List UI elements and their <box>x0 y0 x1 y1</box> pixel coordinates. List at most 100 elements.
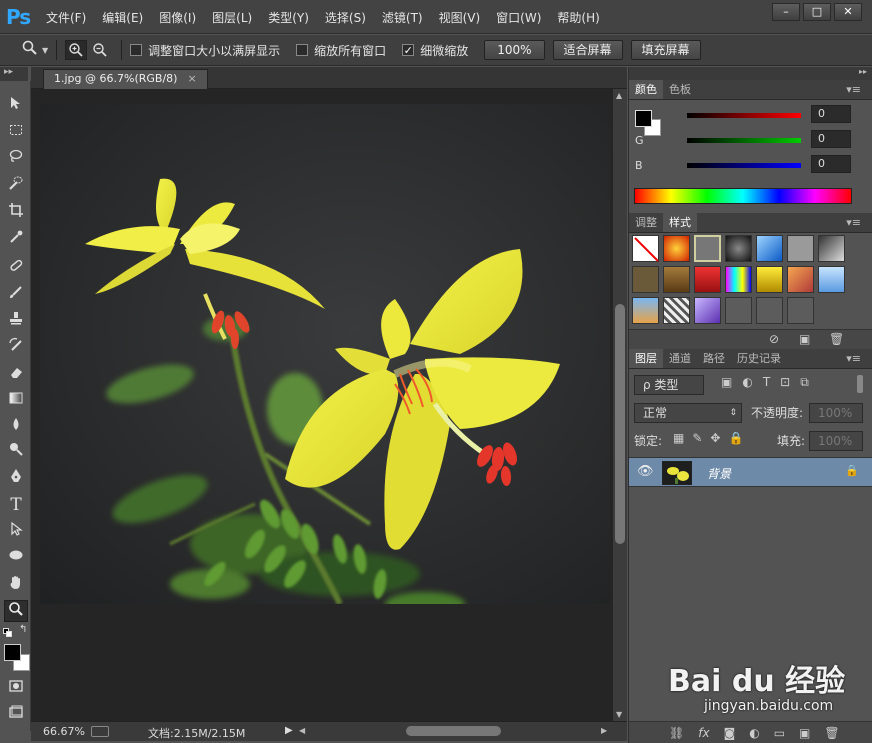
move-tool-icon[interactable] <box>4 95 28 117</box>
add-mask-icon[interactable]: ◙ <box>724 726 736 740</box>
menu-help[interactable]: 帮助(H) <box>557 9 599 26</box>
new-group-icon[interactable]: ▭ <box>774 726 785 740</box>
layer-filter-dropdown[interactable]: ρ 类型 <box>634 375 704 395</box>
document-tab[interactable]: 1.jpg @ 66.7%(RGB/8) × <box>43 69 208 89</box>
lasso-tool-icon[interactable] <box>4 148 28 170</box>
style-swatch[interactable] <box>663 235 690 262</box>
zoom-level[interactable]: 66.67% <box>43 725 85 738</box>
zoom-tool-preset-icon[interactable] <box>22 40 38 60</box>
style-swatch[interactable] <box>725 235 752 262</box>
red-slider[interactable] <box>687 112 801 118</box>
style-swatch[interactable] <box>787 297 814 324</box>
style-swatch[interactable] <box>756 266 783 293</box>
gradient-tool-icon[interactable] <box>4 390 28 412</box>
tab-paths[interactable]: 路径 <box>697 349 731 368</box>
close-tab-icon[interactable]: × <box>187 72 196 85</box>
tab-color[interactable]: 颜色 <box>629 80 663 99</box>
menu-image[interactable]: 图像(I) <box>159 9 196 26</box>
link-layers-icon[interactable]: ⛓ <box>669 726 684 740</box>
brush-tool-icon[interactable] <box>4 284 28 306</box>
resize-windows-checkbox[interactable]: 调整窗口大小以满屏显示 <box>130 42 280 59</box>
style-swatch[interactable] <box>663 266 690 293</box>
zoom-all-windows-checkbox[interactable]: 缩放所有窗口 <box>296 42 386 59</box>
swap-colors-icon[interactable]: ↰ <box>19 624 27 635</box>
quick-selection-tool-icon[interactable] <box>4 175 28 197</box>
status-options-icon[interactable] <box>91 726 109 737</box>
red-value-input[interactable]: 0 <box>811 105 851 123</box>
double-arrow-icon[interactable]: ▸▸ <box>4 67 13 77</box>
maximize-button[interactable]: □ <box>803 3 831 21</box>
blur-tool-icon[interactable] <box>4 416 28 438</box>
filter-pixel-icon[interactable]: ▣ <box>721 375 732 390</box>
menu-view[interactable]: 视图(V) <box>439 9 481 26</box>
lock-transparent-icon[interactable]: ▦ <box>673 431 684 445</box>
scroll-up-arrow-icon[interactable]: ▲ <box>616 91 622 100</box>
menu-layer[interactable]: 图层(L) <box>212 9 252 26</box>
canvas-area[interactable] <box>31 89 613 721</box>
style-swatch[interactable] <box>725 297 752 324</box>
filter-adjustment-icon[interactable]: ◐ <box>742 375 752 390</box>
blue-value-input[interactable]: 0 <box>811 155 851 173</box>
tab-styles[interactable]: 样式 <box>663 213 697 232</box>
checkbox-box[interactable] <box>296 44 309 56</box>
toolbar-collapse-strip[interactable]: ▸▸ <box>0 67 28 81</box>
checkmark-icon[interactable]: ✓ <box>402 44 415 56</box>
filter-type-icon[interactable]: T <box>763 375 770 390</box>
delete-style-icon[interactable]: 🗑 <box>829 332 844 346</box>
vertical-scroll-thumb[interactable] <box>615 304 625 544</box>
lock-image-icon[interactable]: ✎ <box>692 431 702 445</box>
tab-layers[interactable]: 图层 <box>629 349 663 368</box>
healing-brush-tool-icon[interactable] <box>4 257 28 279</box>
actual-pixels-button[interactable]: 100% <box>484 40 545 60</box>
style-swatch[interactable] <box>756 235 783 262</box>
panel-menu-icon[interactable]: ▾≡ <box>840 213 867 233</box>
new-layer-icon[interactable]: ▣ <box>799 726 810 740</box>
lock-all-icon[interactable]: 🔒 <box>728 431 743 445</box>
panel-menu-icon[interactable]: ▾≡ <box>840 80 867 100</box>
quick-mask-icon[interactable] <box>4 678 28 700</box>
collapse-dock-icon[interactable]: ▸▸ <box>859 67 867 76</box>
style-swatch[interactable] <box>818 235 845 262</box>
tab-channels[interactable]: 通道 <box>663 349 697 368</box>
pen-tool-icon[interactable] <box>4 468 28 490</box>
menu-edit[interactable]: 编辑(E) <box>102 9 143 26</box>
zoom-tool-icon[interactable] <box>4 600 28 622</box>
status-menu-arrow-icon[interactable]: ▶ <box>285 725 293 736</box>
style-swatch[interactable] <box>632 266 659 293</box>
style-swatch[interactable] <box>756 297 783 324</box>
image-canvas[interactable] <box>40 104 610 604</box>
delete-layer-icon[interactable]: 🗑 <box>824 726 839 740</box>
opacity-input[interactable]: 100% <box>809 403 863 423</box>
blue-slider[interactable] <box>687 162 801 168</box>
fill-screen-button[interactable]: 填充屏幕 <box>630 40 701 60</box>
clear-style-icon[interactable]: ⊘ <box>769 332 779 346</box>
zoom-in-icon[interactable] <box>65 40 88 60</box>
style-swatch[interactable] <box>818 266 845 293</box>
eyedropper-tool-icon[interactable] <box>4 229 28 251</box>
tab-history[interactable]: 历史记录 <box>731 349 787 368</box>
history-brush-tool-icon[interactable] <box>4 337 28 359</box>
color-spectrum-bar[interactable] <box>634 188 852 204</box>
scrubby-zoom-checkbox[interactable]: ✓ 细微缩放 <box>402 42 468 59</box>
style-swatch[interactable] <box>787 235 814 262</box>
scroll-down-arrow-icon[interactable]: ▼ <box>616 710 622 719</box>
style-none-swatch[interactable] <box>632 235 659 262</box>
minimize-button[interactable]: – <box>772 3 800 21</box>
new-style-icon[interactable]: ▣ <box>799 332 810 346</box>
style-swatch[interactable] <box>694 297 721 324</box>
type-tool-icon[interactable]: T <box>4 494 28 516</box>
panel-menu-icon[interactable]: ▾≡ <box>840 349 867 369</box>
tab-adjustments[interactable]: 调整 <box>629 213 663 232</box>
fit-screen-button[interactable]: 适合屏幕 <box>552 40 623 60</box>
style-swatch[interactable] <box>725 266 752 293</box>
adjustment-layer-icon[interactable]: ◐ <box>749 726 759 740</box>
layer-effects-icon[interactable]: fx <box>698 726 709 740</box>
ellipse-tool-icon[interactable] <box>4 547 28 569</box>
checkbox-box[interactable] <box>130 44 143 56</box>
filter-toggle[interactable] <box>857 375 863 393</box>
menu-file[interactable]: 文件(F) <box>46 9 86 26</box>
clone-stamp-tool-icon[interactable] <box>4 310 28 332</box>
filter-shape-icon[interactable]: ⊡ <box>780 375 790 390</box>
green-slider[interactable] <box>687 137 801 143</box>
vertical-scrollbar[interactable]: ▲ ▼ <box>613 89 627 721</box>
